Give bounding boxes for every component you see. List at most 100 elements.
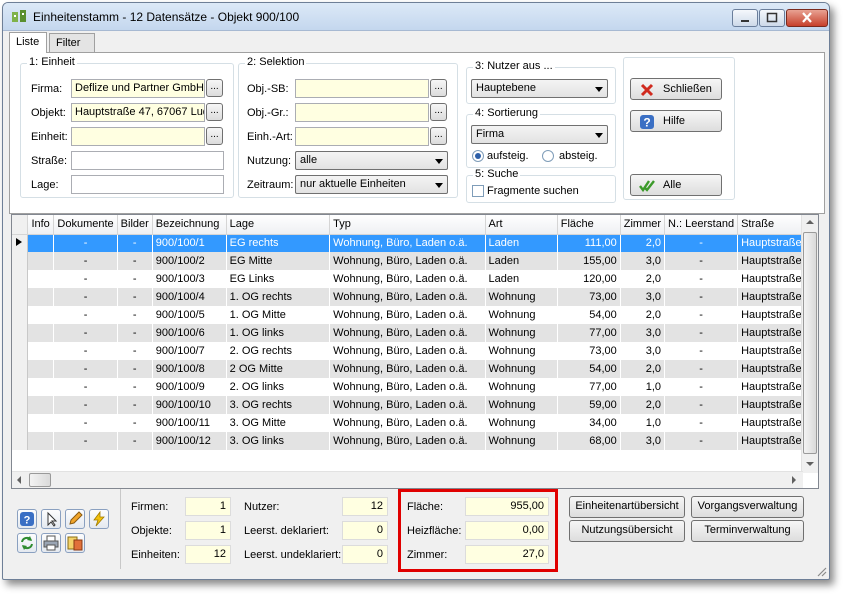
horizontal-scroll-thumb[interactable] [29,473,51,487]
objsb-field[interactable] [295,79,429,98]
cell-lage[interactable]: EG rechts [226,234,331,252]
cell-lage[interactable]: 1. OG Mitte [226,306,331,324]
table-row[interactable]: - -900/100/2 EG Mitte Wohnung, Büro, Laden … [12,252,818,270]
print-tool-button[interactable] [41,533,61,553]
sort-desc-radio[interactable] [542,150,554,162]
cell-lage[interactable]: 1. OG rechts [226,288,331,306]
cell-leer[interactable]: - [664,288,739,306]
cell-typ[interactable]: Wohnung, Büro, Laden o.ä. [329,288,486,306]
cell-typ[interactable]: Wohnung, Büro, Laden o.ä. [329,378,486,396]
cell-zimmer[interactable]: 3,0 [620,252,666,270]
row-indicator[interactable] [12,342,29,360]
cell-leer[interactable]: - [664,360,739,378]
table-row[interactable]: - -900/100/4 1. OG rechts Wohnung, Büro, La… [12,288,818,306]
einheit-lookup-button[interactable]: ... [206,127,223,145]
cell-info[interactable] [27,414,55,432]
cell-zimmer[interactable]: 1,0 [620,414,666,432]
cell-zimmer[interactable]: 3,0 [620,432,666,450]
cell-bez[interactable]: 900/100/4 [152,288,227,306]
cell-info[interactable] [27,342,55,360]
cell-leer[interactable]: - [664,378,739,396]
export-tool-button[interactable] [65,533,85,553]
cell-lage[interactable]: EG Links [226,270,331,288]
cell-leer[interactable]: - [664,270,739,288]
objekt-lookup-button[interactable]: ... [206,103,223,121]
cell-bilder[interactable]: - [117,396,153,414]
cell-bez[interactable]: 900/100/12 [152,432,227,450]
cell-typ[interactable]: Wohnung, Büro, Laden o.ä. [329,234,486,252]
cell-flaeche[interactable]: 111,00 [557,234,621,252]
close-window-button[interactable] [786,9,828,27]
cell-dok[interactable]: - [53,396,118,414]
cell-dok[interactable]: - [53,270,118,288]
cell-flaeche[interactable]: 34,00 [557,414,621,432]
cell-bilder[interactable]: - [117,432,153,450]
objekt-field[interactable]: Hauptstraße 47, 67067 Lud [71,103,205,122]
cell-bilder[interactable]: - [117,414,153,432]
row-indicator[interactable] [12,270,29,288]
cell-typ[interactable]: Wohnung, Büro, Laden o.ä. [329,360,486,378]
units-grid[interactable]: Info Dokumente Bilder Bezeichnung Lage T… [11,214,819,489]
row-indicator[interactable] [12,396,29,414]
cell-flaeche[interactable]: 77,00 [557,378,621,396]
row-indicator[interactable] [12,288,29,306]
cell-flaeche[interactable]: 77,00 [557,324,621,342]
cell-lage[interactable]: EG Mitte [226,252,331,270]
cell-info[interactable] [27,270,55,288]
cell-bilder[interactable]: - [117,252,153,270]
cell-bilder[interactable]: - [117,288,153,306]
row-indicator[interactable] [12,360,29,378]
cell-typ[interactable]: Wohnung, Büro, Laden o.ä. [329,324,486,342]
cell-dok[interactable]: - [53,378,118,396]
cell-leer[interactable]: - [664,234,739,252]
cell-leer[interactable]: - [664,342,739,360]
cell-dok[interactable]: - [53,324,118,342]
cell-flaeche[interactable]: 54,00 [557,360,621,378]
cell-dok[interactable]: - [53,360,118,378]
cell-lage[interactable]: 3. OG rechts [226,396,331,414]
cell-flaeche[interactable]: 73,00 [557,288,621,306]
col-zimmer[interactable]: Zimmer [620,215,666,235]
cell-bilder[interactable]: - [117,324,153,342]
cell-bez[interactable]: 900/100/10 [152,396,227,414]
cell-flaeche[interactable]: 155,00 [557,252,621,270]
cell-lage[interactable]: 2. OG links [226,378,331,396]
edit-tool-button[interactable] [65,509,85,529]
row-indicator[interactable] [12,234,29,252]
cell-lage[interactable]: 1. OG links [226,324,331,342]
col-art[interactable]: Art [485,215,558,235]
cell-dok[interactable]: - [53,414,118,432]
einhart-field[interactable] [295,127,429,146]
cell-typ[interactable]: Wohnung, Büro, Laden o.ä. [329,342,486,360]
cell-art[interactable]: Wohnung [485,378,558,396]
cell-flaeche[interactable]: 54,00 [557,306,621,324]
cell-art[interactable]: Wohnung [485,396,558,414]
col-info[interactable]: Info [27,215,55,235]
cell-info[interactable] [27,252,55,270]
cell-zimmer[interactable]: 3,0 [620,342,666,360]
cell-zimmer[interactable]: 3,0 [620,288,666,306]
cell-art[interactable]: Wohnung [485,306,558,324]
objgr-field[interactable] [295,103,429,122]
cell-bez[interactable]: 900/100/1 [152,234,227,252]
row-indicator[interactable] [12,324,29,342]
cell-lage[interactable]: 3. OG links [226,432,331,450]
fragmente-checkbox[interactable] [472,185,484,197]
cell-lage[interactable]: 2 OG Mitte [226,360,331,378]
cell-bilder[interactable]: - [117,378,153,396]
cell-zimmer[interactable]: 2,0 [620,360,666,378]
cell-typ[interactable]: Wohnung, Büro, Laden o.ä. [329,414,486,432]
cell-leer[interactable]: - [664,306,739,324]
cell-leer[interactable]: - [664,396,739,414]
cell-dok[interactable]: - [53,342,118,360]
cell-bez[interactable]: 900/100/6 [152,324,227,342]
table-row[interactable]: - -900/100/6 1. OG links Wohnung, Büro, Lad… [12,324,818,342]
horizontal-scrollbar[interactable] [12,471,803,488]
col-bezeichnung[interactable]: Bezeichnung [152,215,227,235]
cell-art[interactable]: Laden [485,234,558,252]
resize-grip-icon[interactable] [815,565,827,577]
cell-dok[interactable]: - [53,288,118,306]
cell-bez[interactable]: 900/100/2 [152,252,227,270]
cell-dok[interactable]: - [53,252,118,270]
cell-art[interactable]: Wohnung [485,342,558,360]
